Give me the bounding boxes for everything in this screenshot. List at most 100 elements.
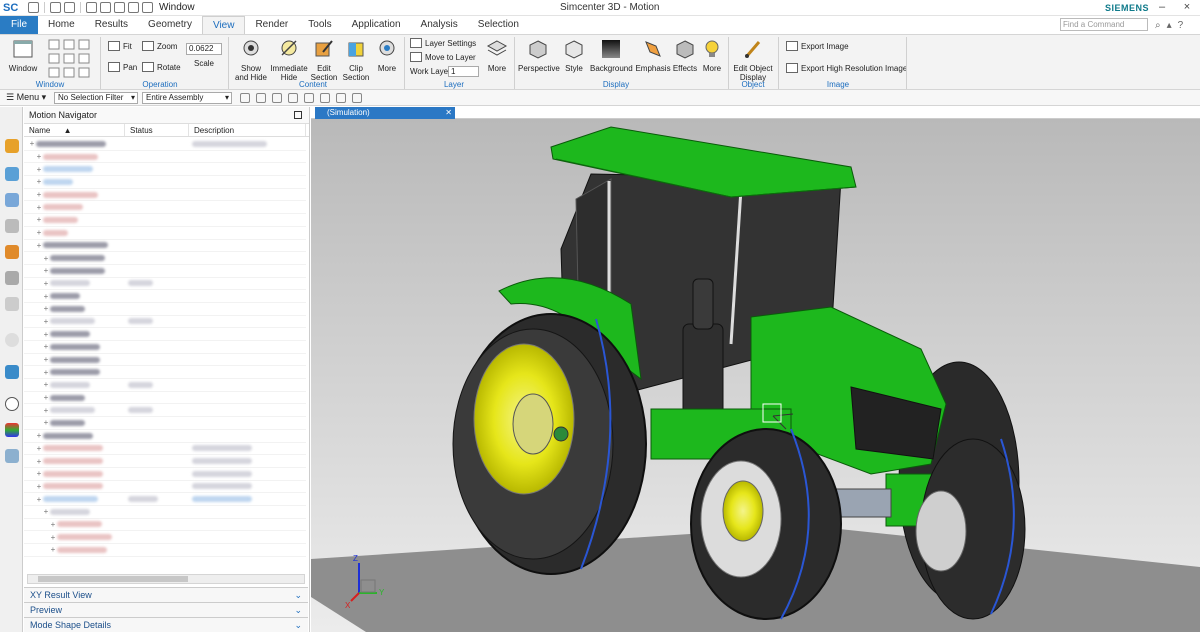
rotate-button[interactable]: Rotate xyxy=(142,62,181,72)
close-icon[interactable]: × xyxy=(1175,0,1199,16)
clock-icon[interactable] xyxy=(5,397,19,411)
tree-row[interactable]: + xyxy=(24,278,306,291)
expand-toggle-icon[interactable]: + xyxy=(35,241,43,250)
window-menu[interactable]: Window xyxy=(159,2,195,13)
tree-row[interactable]: + xyxy=(24,138,306,151)
expand-toggle-icon[interactable]: + xyxy=(35,469,43,478)
expand-toggle-icon[interactable]: + xyxy=(42,355,50,364)
horizontal-scrollbar[interactable] xyxy=(27,574,305,584)
panel-mode-shape-details[interactable]: Mode Shape Details ⌄ xyxy=(24,617,308,632)
expand-toggle-icon[interactable]: + xyxy=(42,304,50,313)
cut-icon[interactable] xyxy=(86,2,97,13)
tab-view[interactable]: View xyxy=(201,16,246,34)
constraint-navigator-icon[interactable] xyxy=(5,193,19,207)
expand-toggle-icon[interactable]: + xyxy=(35,228,43,237)
tab-geometry[interactable]: Geometry xyxy=(138,16,202,34)
expand-toggle-icon[interactable]: + xyxy=(42,317,50,326)
history-icon[interactable] xyxy=(5,297,19,311)
process-studio-icon[interactable] xyxy=(5,365,19,379)
tab-application[interactable]: Application xyxy=(342,16,411,34)
tree-row[interactable]: + xyxy=(24,214,306,227)
window-button[interactable]: Window xyxy=(6,38,40,73)
tab-render[interactable]: Render xyxy=(245,16,298,34)
tree-row[interactable]: + xyxy=(24,265,306,278)
expand-toggle-icon[interactable]: + xyxy=(35,444,43,453)
graphics-viewport[interactable]: Z Y X xyxy=(311,119,1200,632)
palette-icon[interactable] xyxy=(5,423,19,437)
immediate-hide-button[interactable]: Immediate Hide xyxy=(270,38,308,82)
style-button[interactable]: Style xyxy=(560,38,588,73)
export-high-res-image-button[interactable]: Export High Resolution Image xyxy=(786,63,907,73)
reuse-library-icon[interactable] xyxy=(5,245,19,259)
perspective-button[interactable]: Perspective xyxy=(518,38,560,73)
expand-toggle-icon[interactable]: + xyxy=(49,545,57,554)
emphasis-button[interactable]: Emphasis xyxy=(634,38,672,73)
redo-icon[interactable] xyxy=(64,2,75,13)
tree-row[interactable]: + xyxy=(24,303,306,316)
assembly-navigator-icon[interactable] xyxy=(5,167,19,181)
system-materials-icon[interactable] xyxy=(5,333,19,347)
panel-xy-result-view[interactable]: XY Result View ⌄ xyxy=(24,587,308,602)
roles-icon[interactable] xyxy=(5,449,19,463)
tree-row[interactable]: + xyxy=(24,290,306,303)
zoom-button[interactable]: Zoom xyxy=(142,41,177,51)
tree-row[interactable]: + xyxy=(24,481,306,494)
expand-toggle-icon[interactable]: + xyxy=(42,380,50,389)
expand-toggle-icon[interactable]: + xyxy=(35,482,43,491)
tree-row[interactable]: + xyxy=(24,227,306,240)
tree-row[interactable]: + xyxy=(24,240,306,253)
expand-toggle-icon[interactable]: + xyxy=(35,177,43,186)
selection-scope-dropdown[interactable]: Entire Assembly xyxy=(142,91,232,104)
clip-section-button[interactable]: Clip Section xyxy=(340,38,372,82)
show-and-hide-button[interactable]: Show and Hide xyxy=(232,38,270,82)
tree-row[interactable]: + xyxy=(24,531,306,544)
fit-button[interactable]: Fit xyxy=(108,41,132,51)
tab-results[interactable]: Results xyxy=(85,16,138,34)
tree-row[interactable]: + xyxy=(24,392,306,405)
pan-button[interactable]: Pan xyxy=(108,62,137,72)
expand-toggle-icon[interactable]: + xyxy=(35,215,43,224)
expand-toggle-icon[interactable]: + xyxy=(28,139,36,148)
expand-toggle-icon[interactable]: + xyxy=(49,520,57,529)
effects-button[interactable]: Effects xyxy=(672,38,698,73)
layer-settings-button[interactable]: Layer Settings xyxy=(410,38,476,48)
tree-row[interactable]: + xyxy=(24,519,306,532)
expand-toggle-icon[interactable]: + xyxy=(42,406,50,415)
tree-row[interactable]: + xyxy=(24,417,306,430)
expand-toggle-icon[interactable]: + xyxy=(42,342,50,351)
tree-row[interactable]: + xyxy=(24,316,306,329)
tree-row[interactable]: + xyxy=(24,328,306,341)
tab-selection[interactable]: Selection xyxy=(468,16,529,34)
tree-row[interactable]: + xyxy=(24,443,306,456)
expand-toggle-icon[interactable]: + xyxy=(42,279,50,288)
tree-row[interactable]: + xyxy=(24,252,306,265)
tree-row[interactable]: + xyxy=(24,354,306,367)
expand-toggle-icon[interactable]: + xyxy=(35,152,43,161)
simulation-tab[interactable]: (Simulation) ✕ xyxy=(315,107,455,119)
tree-row[interactable]: + xyxy=(24,379,306,392)
tree-row[interactable]: + xyxy=(24,201,306,215)
tree-row[interactable]: + xyxy=(24,506,306,519)
navigator-tree[interactable]: + + + + + + + + + + + + + + + + + + + + + + + + + + + + + + + + + xyxy=(24,138,306,574)
minimize-icon[interactable]: – xyxy=(1150,0,1174,16)
expand-toggle-icon[interactable]: + xyxy=(42,330,50,339)
motion-navigator-tab-icon[interactable] xyxy=(5,139,19,153)
tree-row[interactable]: + xyxy=(24,341,306,354)
export-image-button[interactable]: Export Image xyxy=(786,41,849,51)
work-layer-select[interactable]: 1 xyxy=(448,66,479,77)
tab-file[interactable]: File xyxy=(0,16,38,34)
close-tab-icon[interactable]: ✕ xyxy=(445,107,452,119)
repeat-command-icon[interactable] xyxy=(128,2,139,13)
expand-toggle-icon[interactable]: + xyxy=(42,368,50,377)
selection-filter-dropdown[interactable]: No Selection Filter xyxy=(54,91,138,104)
column-description[interactable]: Description xyxy=(189,124,306,136)
display-more-button[interactable]: More xyxy=(700,38,724,73)
copy-icon[interactable] xyxy=(100,2,111,13)
menu-button[interactable]: ☰ Menu ▾ xyxy=(6,92,54,103)
expand-toggle-icon[interactable]: + xyxy=(42,292,50,301)
maximize-icon[interactable] xyxy=(294,111,302,119)
tree-row[interactable]: + xyxy=(24,189,306,202)
web-browser-icon[interactable] xyxy=(5,271,19,285)
expand-toggle-icon[interactable]: + xyxy=(42,254,50,263)
ribbon-options-icons[interactable]: ⌕▴? xyxy=(1155,20,1189,31)
